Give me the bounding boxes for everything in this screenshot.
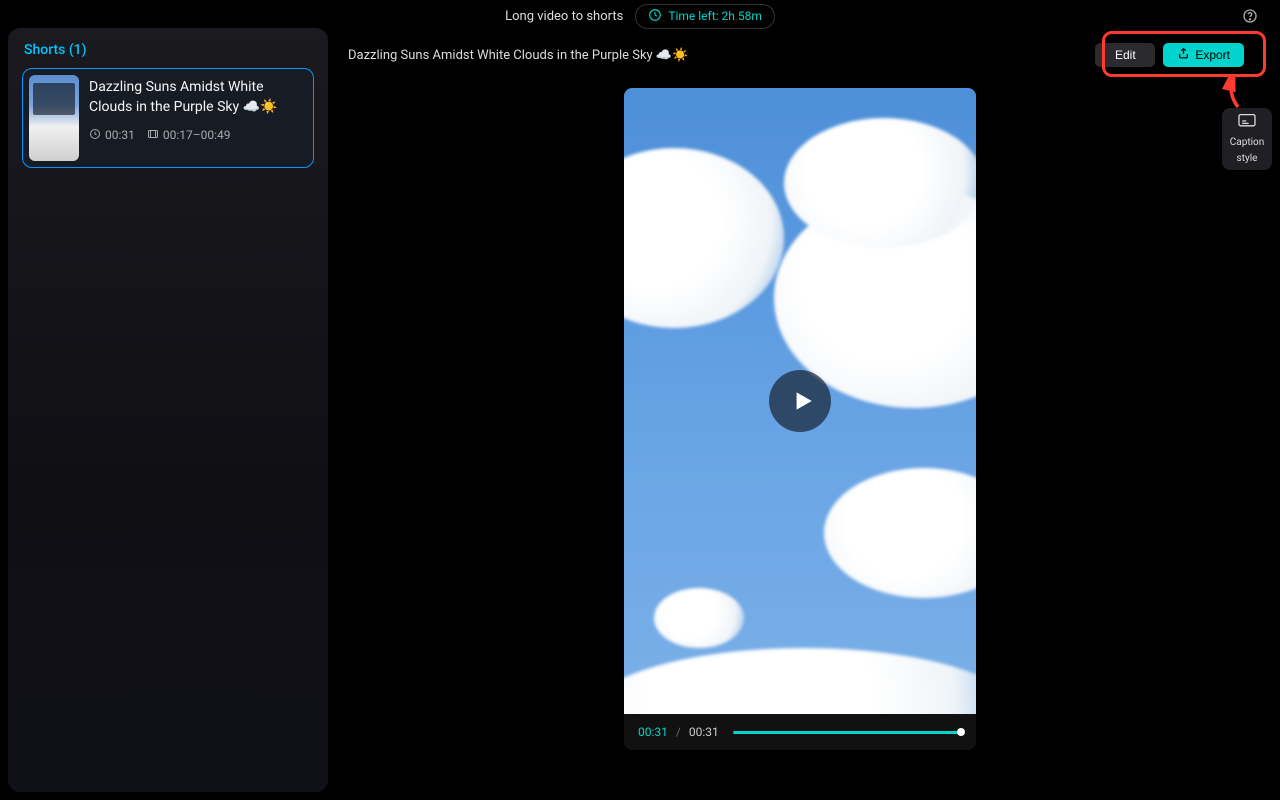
cloud-shape: [784, 118, 976, 248]
clock-icon: [648, 8, 662, 25]
short-card-body: Dazzling Suns Amidst White Clouds in the…: [89, 75, 307, 161]
player-controls: 00:31 / 00:31: [624, 714, 976, 750]
total-duration: 00:31: [689, 725, 719, 739]
time-left-text: Time left: 2h 58m: [668, 9, 762, 23]
short-thumbnail: [29, 75, 79, 161]
caption-style-button[interactable]: Caption style: [1222, 108, 1272, 170]
video-player: 00:31 / 00:31: [624, 88, 976, 750]
play-button[interactable]: [769, 370, 831, 432]
edit-button[interactable]: Edit: [1095, 43, 1155, 67]
play-icon: [789, 388, 815, 414]
short-title: Dazzling Suns Amidst White Clouds in the…: [89, 77, 307, 118]
cloud-shape: [654, 588, 744, 648]
video-canvas[interactable]: [624, 88, 976, 714]
range-meta: 00:17–00:49: [147, 128, 231, 143]
player-wrap: 00:31 / 00:31: [348, 88, 1252, 750]
duration-meta: 00:31: [89, 128, 135, 143]
caption-style-label-1: Caption: [1230, 137, 1265, 149]
range-text: 00:17–00:49: [163, 128, 231, 142]
video-title: Dazzling Suns Amidst White Clouds in the…: [348, 48, 688, 63]
current-time: 00:31: [638, 725, 668, 739]
sidebar-header: Shorts (1): [22, 42, 314, 58]
help-icon[interactable]: [1242, 8, 1258, 28]
export-label: Export: [1195, 48, 1230, 62]
content-header: Dazzling Suns Amidst White Clouds in the…: [348, 38, 1252, 72]
time-left-pill: Time left: 2h 58m: [635, 4, 775, 29]
clock-icon: [89, 128, 101, 143]
caption-style-label-2: style: [1237, 153, 1258, 165]
duration-text: 00:31: [105, 128, 135, 142]
export-icon: [1177, 47, 1190, 63]
time-separator: /: [676, 725, 681, 739]
short-meta: 00:31 00:17–00:49: [89, 128, 307, 143]
header-actions: Edit Export: [1095, 43, 1244, 67]
film-icon: [147, 128, 159, 143]
sidebar: Shorts (1) Dazzling Suns Amidst White Cl…: [8, 28, 328, 792]
export-button[interactable]: Export: [1163, 43, 1244, 67]
progress-bar[interactable]: [733, 731, 962, 734]
app-title: Long video to shorts: [505, 9, 623, 24]
caption-style-icon: [1237, 113, 1257, 133]
short-card[interactable]: Dazzling Suns Amidst White Clouds in the…: [22, 68, 314, 168]
content-area: Dazzling Suns Amidst White Clouds in the…: [328, 28, 1272, 792]
